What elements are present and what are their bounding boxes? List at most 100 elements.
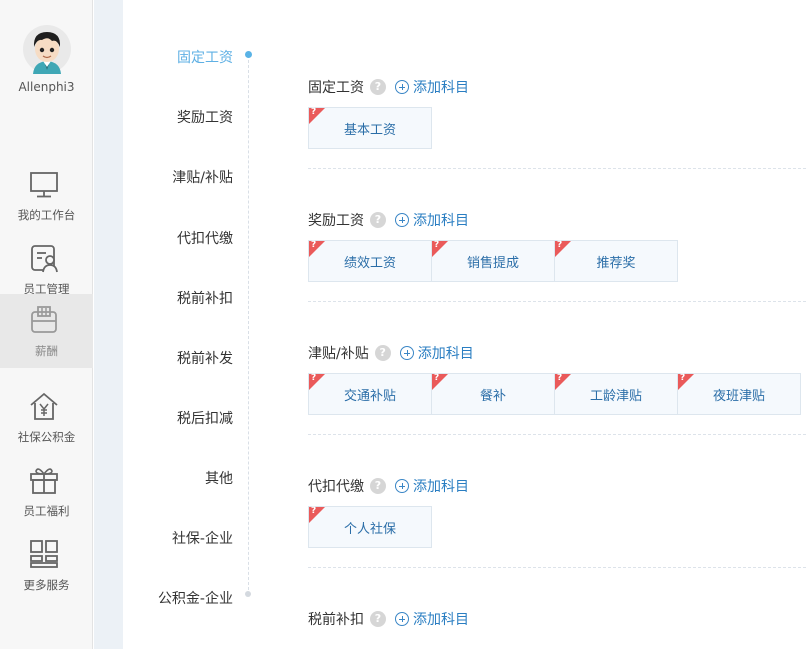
add-item-button[interactable]: 添加科目 xyxy=(395,77,469,97)
monitor-icon xyxy=(30,172,58,198)
plus-circle-icon xyxy=(395,213,409,227)
nav-label: 员工福利 xyxy=(23,504,70,518)
help-icon[interactable]: ? xyxy=(370,79,386,95)
salary-items-panel: 固定工资 ? 添加科目 ? 基本工资 奖励工资 ? 添加科目 ? 绩效工资 ? … xyxy=(308,0,806,649)
item-chip-list: ? 交通补贴 ? 餐补 ? 工龄津贴 ? 夜班津贴 xyxy=(308,373,801,415)
section-header: 税前补扣 ? 添加科目 xyxy=(308,609,469,629)
item-chip[interactable]: ? 绩效工资 xyxy=(308,240,432,282)
flag-question-glyph: ? xyxy=(311,240,317,250)
item-chip-label: 销售提成 xyxy=(466,255,519,271)
timeline-line xyxy=(248,55,249,595)
item-chip[interactable]: ? 推荐奖 xyxy=(554,240,678,282)
item-chip-label: 夜班津贴 xyxy=(712,388,765,404)
section-title: 税前补扣 xyxy=(308,612,364,628)
section-header: 固定工资 ? 添加科目 xyxy=(308,77,469,97)
item-chip-label: 工龄津贴 xyxy=(589,388,642,404)
add-item-button[interactable]: 添加科目 xyxy=(395,210,469,230)
employee-card-icon xyxy=(31,245,58,273)
wallet-icon xyxy=(31,306,57,333)
subnav-item-fund-enterprise[interactable]: 公积金-企业 xyxy=(158,588,233,608)
section-divider xyxy=(308,301,806,302)
item-chip[interactable]: ? 基本工资 xyxy=(308,107,432,149)
item-chip-list: ? 绩效工资 ? 销售提成 ? 推荐奖 xyxy=(308,240,678,282)
app: Allenphi3 我的工作台 员工管理 薪酬 社保公积金 员工福利 更多服务 … xyxy=(0,0,806,649)
subnav-item-fixed-salary[interactable]: 固定工资 xyxy=(177,47,233,67)
subnav-item-bonus[interactable]: 奖励工资 xyxy=(177,107,233,127)
add-item-label: 添加科目 xyxy=(413,479,469,495)
nav-label: 薪酬 xyxy=(35,344,58,358)
flag-question-glyph: ? xyxy=(434,373,440,383)
add-item-label: 添加科目 xyxy=(413,213,469,229)
add-item-button[interactable]: 添加科目 xyxy=(399,343,474,363)
flag-question-glyph: ? xyxy=(680,373,686,383)
section-divider xyxy=(308,168,806,169)
plus-circle-icon xyxy=(395,479,409,493)
section-title: 固定工资 xyxy=(308,80,364,96)
item-chip[interactable]: ? 销售提成 xyxy=(431,240,555,282)
item-chip-label: 推荐奖 xyxy=(596,255,636,271)
add-item-button[interactable]: 添加科目 xyxy=(395,476,469,496)
help-icon[interactable]: ? xyxy=(370,212,386,228)
gift-icon xyxy=(30,468,58,494)
subnav-item-other[interactable]: 其他 xyxy=(205,468,233,488)
user-profile[interactable]: Allenphi3 xyxy=(0,24,93,94)
subnav-item-pretax-deduction[interactable]: 税前补扣 xyxy=(177,288,233,308)
flag-question-glyph: ? xyxy=(557,240,563,250)
help-icon[interactable]: ? xyxy=(370,478,386,494)
section-divider xyxy=(308,434,806,435)
item-chip-label: 交通补贴 xyxy=(343,388,396,404)
active-dot-indicator xyxy=(245,51,252,58)
subnav-item-aftertax-deduction[interactable]: 税后扣减 xyxy=(177,408,233,428)
avatar[interactable] xyxy=(22,24,72,74)
nav-label: 我的工作台 xyxy=(17,208,76,222)
subnav-item-social-enterprise[interactable]: 社保-企业 xyxy=(172,528,233,548)
section-title: 津贴/补贴 xyxy=(308,346,369,362)
item-chip-list: ? 个人社保 xyxy=(308,506,432,548)
section-title: 奖励工资 xyxy=(308,213,364,229)
subnav-item-withholding[interactable]: 代扣代缴 xyxy=(177,228,233,248)
category-nav: 固定工资 奖励工资 津贴/补贴 代扣代缴 税前补扣 税前补发 税后扣减 其他 社… xyxy=(123,0,308,649)
add-item-label: 添加科目 xyxy=(417,346,474,362)
section-header: 代扣代缴 ? 添加科目 xyxy=(308,476,469,496)
nav-item-salary[interactable]: 薪酬 xyxy=(0,294,93,368)
item-chip[interactable]: ? 交通补贴 xyxy=(308,373,432,415)
nav-item-benefits[interactable]: 员工福利 xyxy=(0,454,93,528)
plus-circle-icon xyxy=(395,612,409,626)
item-chip-label: 绩效工资 xyxy=(343,255,396,271)
section-title: 代扣代缴 xyxy=(308,479,364,495)
section-header: 奖励工资 ? 添加科目 xyxy=(308,210,469,230)
house-yen-icon xyxy=(30,392,58,420)
help-icon[interactable]: ? xyxy=(370,611,386,627)
item-chip[interactable]: ? 夜班津贴 xyxy=(677,373,801,415)
nav-label: 更多服务 xyxy=(23,578,70,592)
sidebar-gutter xyxy=(94,0,123,649)
username: Allenphi3 xyxy=(18,80,75,94)
subnav-item-allowance[interactable]: 津贴/补贴 xyxy=(172,167,233,187)
nav-item-social-insurance[interactable]: 社保公积金 xyxy=(0,380,93,454)
item-chip-label: 个人社保 xyxy=(343,521,396,537)
flag-question-glyph: ? xyxy=(311,373,317,383)
main-sidebar: Allenphi3 我的工作台 员工管理 薪酬 社保公积金 员工福利 更多服务 xyxy=(0,0,93,649)
item-chip-label: 餐补 xyxy=(479,388,506,404)
plus-circle-icon xyxy=(395,80,409,94)
add-item-label: 添加科目 xyxy=(413,612,469,628)
add-item-label: 添加科目 xyxy=(413,80,469,96)
flag-question-glyph: ? xyxy=(434,240,440,250)
item-chip-label: 基本工资 xyxy=(343,122,396,138)
grid-icon xyxy=(30,540,58,568)
plus-circle-icon xyxy=(399,346,414,360)
add-item-button[interactable]: 添加科目 xyxy=(395,609,469,629)
item-chip[interactable]: ? 个人社保 xyxy=(308,506,432,548)
flag-question-glyph: ? xyxy=(311,107,317,117)
item-chip[interactable]: ? 餐补 xyxy=(431,373,555,415)
end-dot-indicator xyxy=(245,591,251,597)
item-chip-list: ? 基本工资 xyxy=(308,107,432,149)
help-icon[interactable]: ? xyxy=(374,345,391,361)
section-header: 津贴/补贴 ? 添加科目 xyxy=(308,343,474,363)
nav-item-workbench[interactable]: 我的工作台 xyxy=(0,158,93,232)
item-chip[interactable]: ? 工龄津贴 xyxy=(554,373,678,415)
nav-label: 社保公积金 xyxy=(17,430,76,444)
nav-item-more-services[interactable]: 更多服务 xyxy=(0,528,93,602)
subnav-item-pretax-reissue[interactable]: 税前补发 xyxy=(177,348,233,368)
flag-question-glyph: ? xyxy=(311,506,317,516)
